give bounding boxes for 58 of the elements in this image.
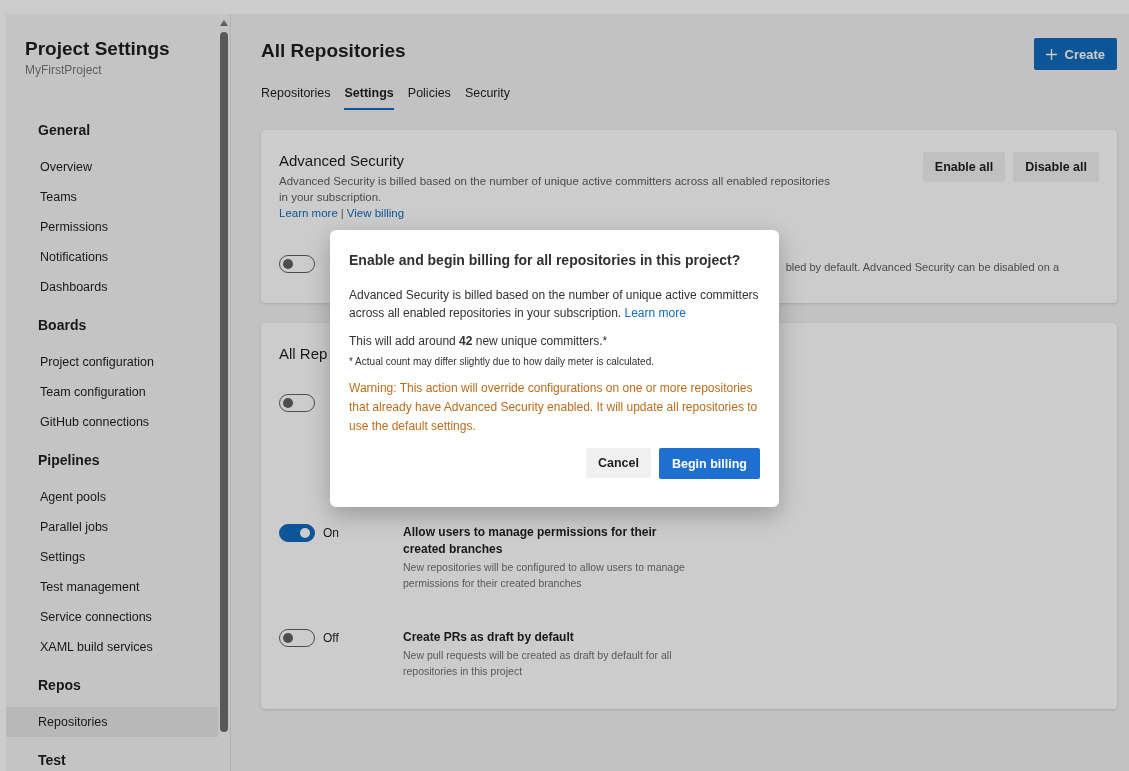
- tab[interactable]: Settings: [344, 76, 394, 110]
- footnote: * Actual count may differ slightly due to how daily meter is calculated.: [349, 356, 655, 367]
- sidebar-item[interactable]: Settings: [6, 542, 218, 572]
- sidebar-item[interactable]: XAML build services: [6, 632, 218, 662]
- sidebar-title: Project Settings: [24, 38, 171, 60]
- sidebar-item[interactable]: Test management: [6, 572, 218, 602]
- plus-icon: [1045, 48, 1057, 60]
- section-heading: Pipelines: [37, 451, 101, 470]
- sidebar-item[interactable]: Dashboards: [6, 272, 218, 302]
- setting-title: Allow users to manage permissions for their created branches: [403, 524, 658, 558]
- setting-title: Create PRs as draft by default: [403, 629, 575, 646]
- sidebar-item[interactable]: Overview: [6, 152, 218, 182]
- committer-count: This will add around 42 new unique committers.*: [349, 334, 609, 348]
- toggle-switch[interactable]: [279, 255, 315, 273]
- section-heading: Repos: [37, 676, 82, 695]
- setting-description: New repositories will be configured to allow users to manage permissions for their created branches: [403, 560, 686, 591]
- view-billing-link[interactable]: View billing: [346, 205, 405, 221]
- dialog-title: Enable and begin billing for all repositories in this project?: [349, 252, 742, 268]
- page-title: All Repositories: [261, 40, 406, 62]
- toggle-state: On: [323, 525, 340, 542]
- action-button[interactable]: Disable all: [1013, 152, 1099, 182]
- sidebar-item[interactable]: Repositories: [6, 707, 218, 737]
- tab[interactable]: Policies: [407, 76, 451, 110]
- dialog-message: Advanced Security is billed based on the number of unique active committers across all enabled repositories in your subscription. Learn more: [349, 287, 760, 322]
- sidebar-item[interactable]: Teams: [6, 182, 218, 212]
- section-heading: Test: [37, 751, 67, 770]
- sidebar-item[interactable]: Project configuration: [6, 347, 218, 377]
- toggle-switch[interactable]: [279, 629, 315, 647]
- setting-note: bled by default. Advanced Security can be disabled on a: [785, 261, 1059, 273]
- sidebar-item[interactable]: Permissions: [6, 212, 218, 242]
- scroll-up-icon[interactable]: [220, 20, 228, 26]
- link-separator: |: [340, 206, 344, 221]
- tab[interactable]: Repositories: [261, 76, 331, 110]
- sidebar-item[interactable]: GitHub connections: [6, 407, 218, 437]
- sidebar-item[interactable]: Parallel jobs: [6, 512, 218, 542]
- scrollbar-thumb[interactable]: [220, 32, 228, 732]
- sidebar-item[interactable]: Service connections: [6, 602, 218, 632]
- card-description: Advanced Security is billed based on the number of unique active committers across all enabled repositories in your subscription.: [279, 174, 832, 205]
- sidebar-item[interactable]: Team configuration: [6, 377, 218, 407]
- sidebar-item[interactable]: Agent pools: [6, 482, 218, 512]
- create-button[interactable]: Create: [1033, 38, 1117, 70]
- begin-billing-button[interactable]: Begin billing: [659, 448, 760, 479]
- card-title: All Rep: [279, 345, 328, 362]
- section-heading: General: [37, 121, 92, 140]
- card-title: Advanced Security: [279, 152, 405, 169]
- sidebar-item[interactable]: Notifications: [6, 242, 218, 272]
- cancel-button[interactable]: Cancel: [586, 448, 651, 478]
- warning-message: Warning: This action will override configurations on one or more repositories that already have Advanced Security enabled. It will update all repositories to use the default settings.: [349, 380, 759, 435]
- learn-more-link[interactable]: Learn more: [279, 205, 338, 221]
- section-heading: Boards: [37, 316, 88, 335]
- action-button[interactable]: Enable all: [922, 152, 1006, 182]
- tab[interactable]: Security: [464, 76, 511, 110]
- setting-description: New pull requests will be created as draft by default for all repositories in this project: [403, 648, 673, 679]
- toggle-state: Off: [323, 630, 340, 647]
- toggle-switch[interactable]: [279, 524, 315, 542]
- project-name: MyFirstProject: [24, 63, 103, 77]
- toggle-switch[interactable]: [279, 394, 315, 412]
- learn-more-link[interactable]: Learn more: [624, 306, 686, 320]
